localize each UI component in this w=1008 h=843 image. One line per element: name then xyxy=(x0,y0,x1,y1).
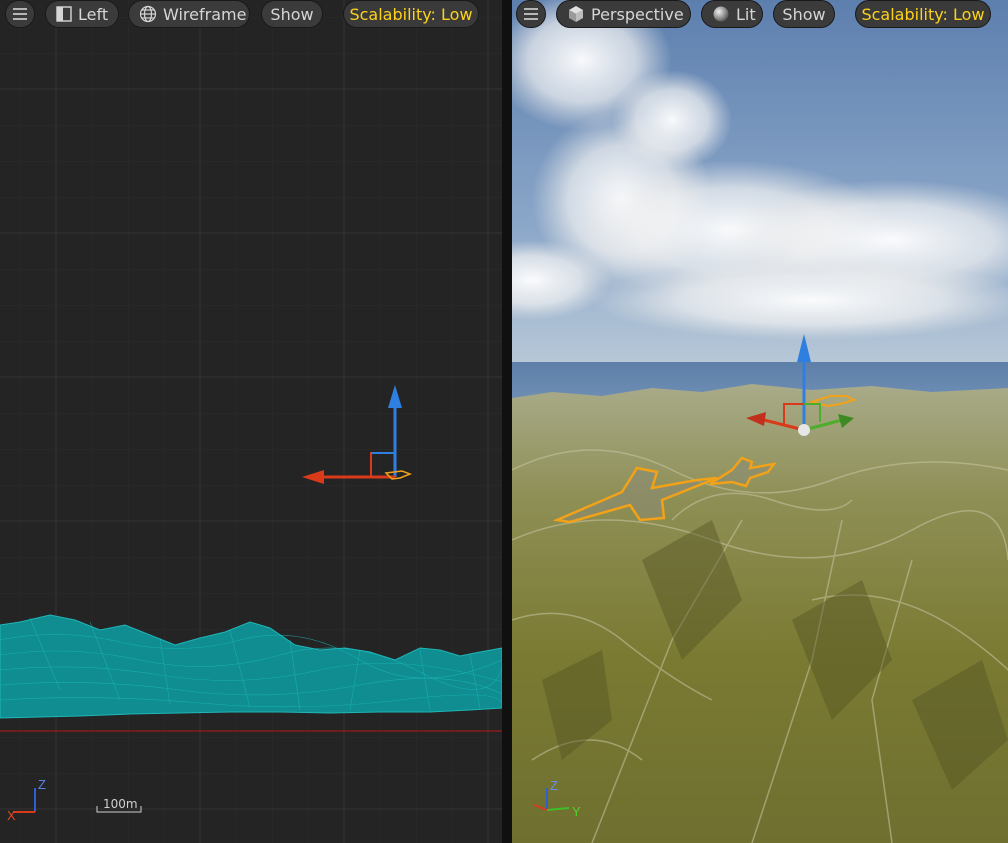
view-mode-label: Wireframe xyxy=(163,4,247,24)
show-label: Show xyxy=(270,4,314,24)
axis-z-label: Z xyxy=(550,778,558,793)
right-viewport-toolbar: Perspective Lit Show Scalability: Low xyxy=(512,0,1008,28)
view-mode-button[interactable]: Wireframe xyxy=(128,0,250,28)
view-mode-button[interactable]: Lit xyxy=(701,0,763,28)
axis-x-label: X xyxy=(7,808,16,823)
hamburger-icon xyxy=(13,8,27,20)
terrain xyxy=(512,384,1008,843)
scale-label: 100m xyxy=(103,797,138,811)
viewport-splitter[interactable] xyxy=(502,0,512,843)
show-label: Show xyxy=(782,4,826,24)
right-viewport-scene: Z Y xyxy=(512,0,1008,843)
viewport-menu-button[interactable] xyxy=(516,0,546,28)
hamburger-icon xyxy=(524,8,538,20)
view-type-button[interactable]: Left xyxy=(45,0,119,28)
view-type-label: Perspective xyxy=(591,4,684,24)
show-button[interactable]: Show xyxy=(261,0,323,28)
lit-sphere-icon xyxy=(712,4,730,24)
wireframe-globe-icon xyxy=(139,4,157,24)
right-viewport[interactable]: Z Y Perspective Lit Show Scalability: Lo… xyxy=(512,0,1008,843)
view-mode-label: Lit xyxy=(736,4,756,24)
scalability-button[interactable]: Scalability: Low xyxy=(855,0,991,28)
left-view-icon xyxy=(56,4,72,24)
scalability-label: Scalability: Low xyxy=(861,4,985,24)
left-viewport-toolbar: Left Wireframe Show Scalability: Low xyxy=(0,0,502,28)
show-button[interactable]: Show xyxy=(773,0,835,28)
axis-y-label: Y xyxy=(572,804,581,819)
viewport-menu-button[interactable] xyxy=(5,0,35,28)
left-viewport-scene: X Z xyxy=(0,0,502,843)
left-viewport[interactable]: X Z 100m Left Wireframe Show Scalability… xyxy=(0,0,502,843)
scalability-label: Scalability: Low xyxy=(349,4,473,24)
scalability-button[interactable]: Scalability: Low xyxy=(343,0,479,28)
perspective-cube-icon xyxy=(567,4,585,24)
axis-z-label: Z xyxy=(38,777,46,792)
view-type-button[interactable]: Perspective xyxy=(556,0,691,28)
view-type-label: Left xyxy=(78,4,109,24)
